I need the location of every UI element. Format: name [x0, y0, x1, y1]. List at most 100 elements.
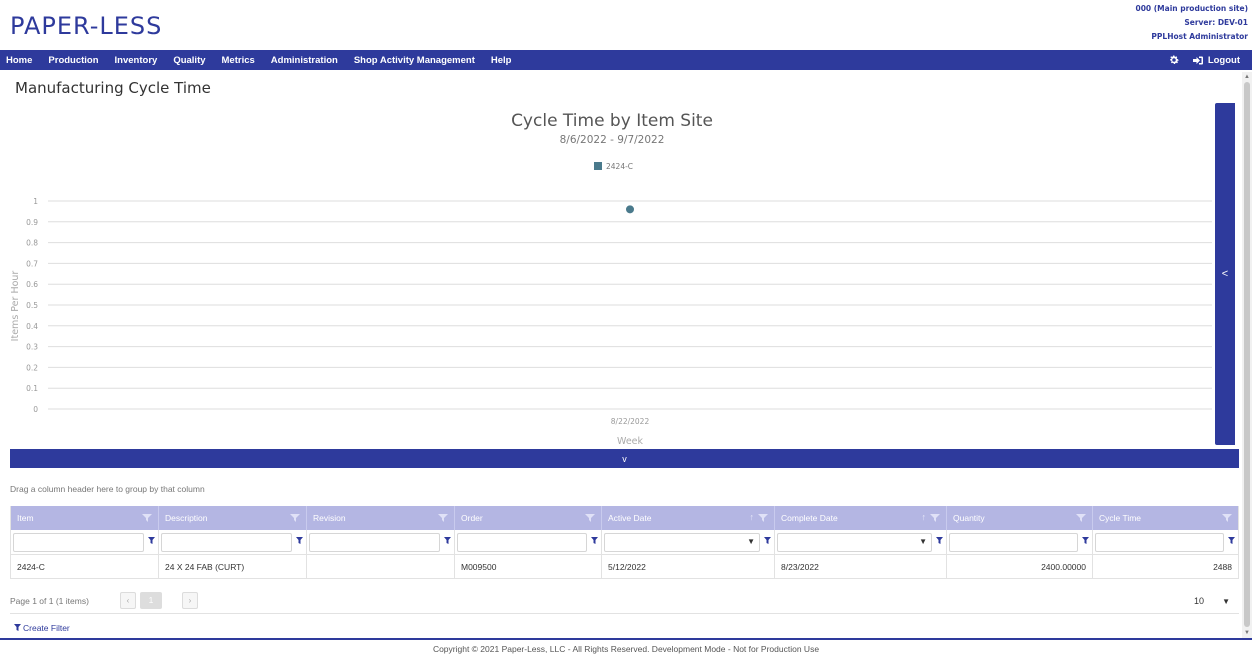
filter-menu-icon[interactable]	[591, 537, 598, 546]
sort-arrow-icon[interactable]: ↑	[922, 512, 927, 522]
legend-swatch	[594, 162, 602, 170]
filter-input-item[interactable]	[13, 533, 144, 552]
column-header-label: Order	[461, 513, 483, 523]
page-size-select[interactable]: 10 ▼	[1190, 591, 1234, 611]
y-tick-label: 0.3	[26, 343, 38, 352]
filter-cell-order	[455, 530, 602, 555]
nav-help[interactable]: Help	[491, 55, 512, 66]
column-header-quantity[interactable]: Quantity	[947, 506, 1093, 530]
filter-menu-icon[interactable]	[764, 537, 771, 546]
cycle-time-chart: Cycle Time by Item Site 8/6/2022 - 9/7/2…	[10, 111, 1212, 447]
column-header-description[interactable]: Description	[159, 506, 307, 530]
filter-cell-revision	[307, 530, 455, 555]
filter-input-cycle-time[interactable]	[1095, 533, 1224, 552]
filter-cell-description	[159, 530, 307, 555]
chevron-down-icon[interactable]: ▼	[747, 537, 755, 546]
scroll-up-icon[interactable]: ▲	[1242, 72, 1252, 82]
nav-metrics[interactable]: Metrics	[222, 55, 255, 66]
filter-menu-icon[interactable]	[148, 537, 155, 546]
filter-datepicker-active-date[interactable]: ▼	[604, 533, 760, 552]
cell-quantity: 2400.00000	[947, 555, 1093, 579]
data-point[interactable]	[626, 205, 634, 214]
chart-gridlines	[48, 200, 1212, 410]
filter-menu-icon[interactable]	[1228, 537, 1235, 546]
column-header-label: Item	[17, 513, 34, 523]
chevron-down-icon[interactable]: ▼	[919, 537, 927, 546]
chart-title: Cycle Time by Item Site	[511, 111, 713, 131]
scrollbar-thumb[interactable]	[1244, 82, 1250, 627]
y-tick-label: 0.4	[26, 322, 38, 331]
app-logo[interactable]: PAPER-LESS	[10, 12, 162, 40]
gear-icon[interactable]	[1168, 54, 1180, 66]
column-filter-icon[interactable]	[930, 514, 940, 522]
nav-inventory[interactable]: Inventory	[115, 55, 158, 66]
create-filter-link[interactable]: Create Filter	[14, 623, 70, 633]
filter-cell-cycle-time	[1093, 530, 1238, 555]
chart-collapse-button[interactable]: v	[10, 449, 1239, 468]
y-tick-label: 0.2	[26, 363, 38, 372]
chevron-down-icon: ▼	[1222, 596, 1230, 606]
page: PAPER-LESS 000 (Main production site) Se…	[0, 0, 1252, 655]
column-header-item[interactable]: Item	[11, 506, 159, 530]
nav-quality[interactable]: Quality	[173, 55, 205, 66]
logout-label: Logout	[1207, 54, 1240, 66]
nav-menu: Home Production Inventory Quality Metric…	[6, 50, 527, 70]
nav-administration[interactable]: Administration	[271, 55, 338, 66]
cell-complete-date: 8/23/2022	[775, 555, 947, 579]
filter-menu-icon[interactable]	[444, 537, 451, 546]
y-tick-label: 0.8	[26, 239, 38, 248]
site-name[interactable]: 000 (Main production site)	[1135, 2, 1248, 16]
column-filter-icon[interactable]	[1222, 514, 1232, 522]
footer-copyright: Copyright © 2021 Paper-Less, LLC - All R…	[432, 644, 820, 654]
pager-next-button[interactable]: ›	[182, 592, 198, 609]
pager-prev-button[interactable]: ‹	[120, 592, 136, 609]
filter-input-order[interactable]	[457, 533, 587, 552]
column-filter-icon[interactable]	[290, 514, 300, 522]
nav-right: Logout	[1168, 50, 1240, 70]
cell-active-date: 5/12/2022	[602, 555, 775, 579]
grid-header-row: Item Description Revision Order Active D…	[11, 506, 1238, 530]
logout-button[interactable]: Logout	[1192, 55, 1240, 66]
column-filter-icon[interactable]	[1076, 514, 1086, 522]
filter-cell-quantity	[947, 530, 1093, 555]
nav-shop-activity-management[interactable]: Shop Activity Management	[354, 55, 475, 66]
column-header-order[interactable]: Order	[455, 506, 602, 530]
server-name: Server: DEV-01	[1184, 18, 1248, 27]
group-panel-hint[interactable]: Drag a column header here to group by th…	[10, 484, 205, 494]
column-filter-icon[interactable]	[758, 514, 768, 522]
chart-points	[626, 205, 634, 214]
legend-label[interactable]: 2424-C	[606, 162, 633, 171]
table-row[interactable]: 2424-C 24 X 24 FAB (CURT) M009500 5/12/2…	[11, 555, 1238, 579]
filter-menu-icon[interactable]	[1082, 537, 1089, 546]
filter-menu-icon[interactable]	[936, 537, 943, 546]
column-header-label: Quantity	[953, 513, 985, 523]
filter-datepicker-complete-date[interactable]: ▼	[777, 533, 932, 552]
cell-description: 24 X 24 FAB (CURT)	[159, 555, 307, 579]
column-filter-icon[interactable]	[142, 514, 152, 522]
column-filter-icon[interactable]	[585, 514, 595, 522]
filter-input-revision[interactable]	[309, 533, 440, 552]
column-header-cycle-time[interactable]: Cycle Time	[1093, 506, 1238, 530]
sort-arrow-icon[interactable]: ↑	[750, 512, 755, 522]
column-filter-icon[interactable]	[438, 514, 448, 522]
filter-menu-icon[interactable]	[296, 537, 303, 546]
pager-current-page[interactable]: 1	[140, 592, 162, 609]
side-panel-toggle-button[interactable]: <	[1215, 103, 1235, 445]
page-scrollbar[interactable]: ▲ ▼	[1242, 72, 1252, 638]
nav-home[interactable]: Home	[6, 55, 32, 66]
column-header-active-date[interactable]: Active Date ↑	[602, 506, 775, 530]
filter-cell-complete-date: ▼	[775, 530, 947, 555]
filter-input-quantity[interactable]	[949, 533, 1078, 552]
x-axis-ticks: 8/22/2022	[611, 417, 650, 426]
scroll-down-icon[interactable]: ▼	[1242, 628, 1252, 638]
filter-input-description[interactable]	[161, 533, 292, 552]
y-tick-label: 0.9	[26, 218, 38, 227]
column-header-label: Complete Date	[781, 513, 838, 523]
column-header-label: Cycle Time	[1099, 513, 1142, 523]
user-name[interactable]: PPLHost Administrator	[1135, 30, 1248, 44]
x-tick-label: 8/22/2022	[611, 417, 650, 426]
nav-production[interactable]: Production	[48, 55, 98, 66]
column-header-complete-date[interactable]: Complete Date ↑	[775, 506, 947, 530]
y-axis-ticks: 0 0.1 0.2 0.3 0.4 0.5 0.6 0.7 0.8 0.9 1	[26, 197, 38, 414]
column-header-revision[interactable]: Revision	[307, 506, 455, 530]
